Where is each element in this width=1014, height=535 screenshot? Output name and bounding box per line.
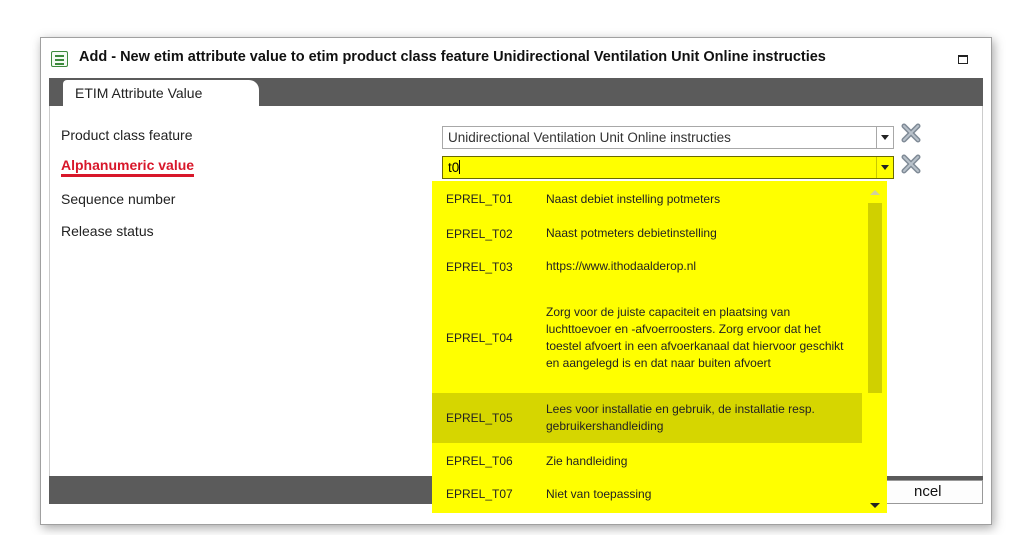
chevron-down-icon[interactable] xyxy=(876,157,893,178)
option-description: Naast debiet instelling potmeters xyxy=(546,191,721,206)
product-class-feature-select[interactable]: Unidirectional Ventilation Unit Online i… xyxy=(442,126,894,149)
list-item[interactable]: EPREL_T07 Niet van toepassing xyxy=(432,479,862,509)
list-item[interactable]: EPREL_T06 Zie handleiding xyxy=(432,443,862,479)
list-item[interactable]: EPREL_T04 Zorg voor de juiste capaciteit… xyxy=(432,283,862,393)
option-code: EPREL_T05 xyxy=(446,411,513,425)
dialog-titlebar[interactable]: Add - New etim attribute value to etim p… xyxy=(41,38,991,78)
scroll-down-icon[interactable] xyxy=(870,503,880,508)
alphanumeric-value-input[interactable]: t0 xyxy=(442,156,894,179)
alphanumeric-value-label: Alphanumeric value xyxy=(61,157,195,177)
list-item[interactable]: EPREL_T01 Naast debiet instelling potmet… xyxy=(432,181,862,217)
form-window-icon xyxy=(51,51,68,67)
tab-bar: ETIM Attribute Value xyxy=(49,78,983,107)
scrollbar-thumb[interactable] xyxy=(868,203,882,393)
clear-x-icon[interactable] xyxy=(900,122,922,144)
option-code: EPREL_T02 xyxy=(446,226,513,241)
option-code: EPREL_T03 xyxy=(446,259,513,274)
option-description: Zie handleiding xyxy=(546,453,628,468)
list-item[interactable]: EPREL_T03 https://www.ithodaalderop.nl xyxy=(432,250,862,283)
option-description: https://www.ithodaalderop.nl xyxy=(546,259,697,273)
option-description: Naast potmeters debietinstelling xyxy=(546,226,717,240)
clear-x-icon[interactable] xyxy=(900,153,922,175)
product-class-feature-label: Product class feature xyxy=(61,127,193,143)
alphanumeric-value-text: t0 xyxy=(448,160,460,175)
option-code: EPREL_T01 xyxy=(446,192,513,206)
alphanumeric-value-dropdown: EPREL_T01 Naast debiet instelling potmet… xyxy=(432,181,887,513)
list-item[interactable]: EPREL_T02 Naast potmeters debietinstelli… xyxy=(432,217,862,250)
option-description: Zorg voor de juiste capaciteit en plaats… xyxy=(546,305,844,370)
option-description: Niet van toepassing xyxy=(546,486,652,501)
tab-etim-attribute-value[interactable]: ETIM Attribute Value xyxy=(63,80,259,107)
dialog-title: Add - New etim attribute value to etim p… xyxy=(79,49,826,65)
chevron-down-icon[interactable] xyxy=(876,127,893,148)
sequence-number-label: Sequence number xyxy=(61,191,176,207)
dropdown-scrollbar[interactable] xyxy=(862,181,887,513)
option-code: EPREL_T06 xyxy=(446,454,513,468)
product-class-feature-value: Unidirectional Ventilation Unit Online i… xyxy=(448,130,731,145)
option-code: EPREL_T04 xyxy=(446,331,513,345)
maximize-icon[interactable] xyxy=(958,55,968,64)
option-code: EPREL_T07 xyxy=(446,487,513,501)
scroll-up-icon[interactable] xyxy=(870,190,880,195)
cancel-button[interactable]: ncel xyxy=(883,480,983,504)
release-status-label: Release status xyxy=(61,223,154,239)
list-item-highlighted[interactable]: EPREL_T05 Lees voor installatie en gebru… xyxy=(432,393,862,443)
option-description: Lees voor installatie en gebruik, de ins… xyxy=(546,402,815,433)
